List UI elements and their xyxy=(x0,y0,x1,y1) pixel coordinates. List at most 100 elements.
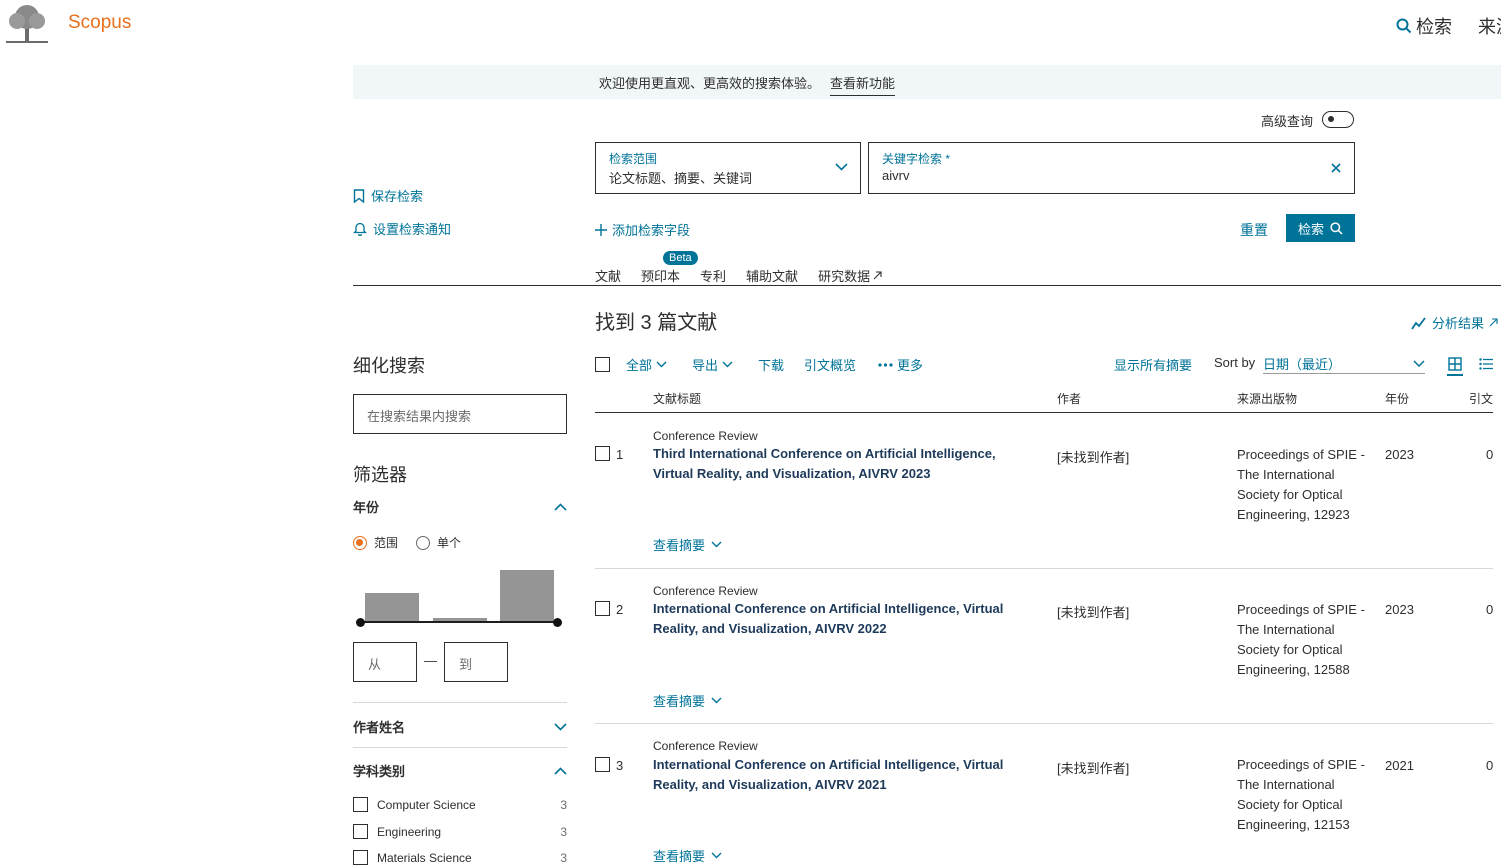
document-title-link[interactable]: Third International Conference on Artifi… xyxy=(653,444,1023,484)
col-header-source[interactable]: 来源出版物 xyxy=(1237,390,1297,407)
bookmark-icon xyxy=(353,188,365,203)
tab-research-data[interactable]: 研究数据 xyxy=(818,266,882,285)
col-header-year[interactable]: 年份 xyxy=(1385,390,1409,407)
welcome-banner xyxy=(353,65,1501,99)
year-range-separator: — xyxy=(424,653,437,668)
download-button[interactable]: 下载 xyxy=(758,355,784,374)
year-mode-single[interactable]: 单个 xyxy=(416,534,461,551)
subject-checkbox[interactable] xyxy=(353,850,368,865)
document-title-link[interactable]: International Conference on Artificial I… xyxy=(653,755,1023,795)
search-scope-value: 论文标题、摘要、关键词 xyxy=(609,171,753,186)
subject-filter-item[interactable]: Computer Science 3 xyxy=(353,797,567,812)
radio-range[interactable] xyxy=(353,535,367,550)
col-header-cited[interactable]: 引文 xyxy=(1469,390,1495,407)
analyze-results-link[interactable]: 分析结果 xyxy=(1411,313,1498,332)
tab-secondary-documents[interactable]: 辅助文献 xyxy=(746,266,798,285)
tab-patents[interactable]: 专利 xyxy=(700,266,726,285)
elsevier-logo-icon[interactable] xyxy=(4,3,50,45)
document-cited-count[interactable]: 0 xyxy=(1486,447,1493,462)
document-source-link[interactable]: Proceedings of SPIE - The International … xyxy=(1237,755,1377,835)
sort-select[interactable]: 日期（最近） xyxy=(1263,353,1425,374)
keyword-search-field[interactable]: 关键字检索 * aivrv xyxy=(868,142,1355,194)
view-abstract-button[interactable]: 查看摘要 xyxy=(653,535,722,554)
document-cited-count[interactable]: 0 xyxy=(1486,602,1493,617)
document-authors: [未找到作者] xyxy=(1057,605,1130,620)
search-scope-label: 检索范围 xyxy=(609,152,658,166)
export-dropdown[interactable]: 导出 xyxy=(692,355,733,374)
beta-badge: Beta xyxy=(663,251,698,265)
chevron-up-icon xyxy=(554,502,567,511)
row-divider xyxy=(595,723,1493,724)
nav-search-label: 检索 xyxy=(1416,17,1452,37)
document-authors: [未找到作者] xyxy=(1057,450,1130,465)
select-all-dropdown[interactable]: 全部 xyxy=(626,355,667,374)
select-all-checkbox[interactable] xyxy=(595,357,610,372)
keyword-label: 关键字检索 * xyxy=(882,152,951,166)
grid-view-icon[interactable] xyxy=(1447,357,1463,376)
chevron-down-icon xyxy=(722,361,733,368)
search-button[interactable]: 检索 xyxy=(1286,214,1355,242)
search-icon xyxy=(1330,221,1343,235)
col-header-title[interactable]: 文献标题 xyxy=(653,390,701,407)
advanced-query-label: 高级查询 xyxy=(1261,114,1314,129)
set-alert-link[interactable]: 设置检索通知 xyxy=(353,219,451,238)
keyword-input[interactable]: aivrv xyxy=(882,168,909,183)
reset-button[interactable]: 重置 xyxy=(1240,220,1268,240)
document-type: Conference Review xyxy=(653,739,758,753)
sort-by-label: Sort by xyxy=(1214,355,1256,370)
subject-checkbox[interactable] xyxy=(353,824,368,839)
document-authors: [未找到作者] xyxy=(1057,761,1130,776)
document-year: 2023 xyxy=(1385,447,1414,462)
more-button[interactable]: 更多 xyxy=(878,355,923,374)
facet-subject-header[interactable]: 学科类别 xyxy=(353,761,567,780)
list-view-icon[interactable] xyxy=(1479,358,1493,370)
banner-whats-new-link[interactable]: 查看新功能 xyxy=(830,73,896,96)
document-cited-count[interactable]: 0 xyxy=(1486,758,1493,773)
row-checkbox[interactable] xyxy=(595,757,610,772)
chevron-up-icon xyxy=(554,766,567,775)
col-header-authors[interactable]: 作者 xyxy=(1057,390,1081,407)
document-year: 2023 xyxy=(1385,602,1414,617)
document-type: Conference Review xyxy=(653,429,758,443)
year-from-input[interactable]: 从 xyxy=(353,642,417,682)
tab-preprints[interactable]: 预印本 xyxy=(641,266,680,285)
facet-divider xyxy=(353,747,567,748)
citation-overview-button[interactable]: 引文概览 xyxy=(804,355,856,374)
document-source-link[interactable]: Proceedings of SPIE - The International … xyxy=(1237,445,1377,525)
subject-filter-item[interactable]: Engineering 3 xyxy=(353,824,567,839)
save-search-link[interactable]: 保存检索 xyxy=(353,186,423,205)
nav-search[interactable]: 检索 xyxy=(1396,13,1452,39)
row-checkbox[interactable] xyxy=(595,601,610,616)
view-abstract-button[interactable]: 查看摘要 xyxy=(653,846,722,865)
row-checkbox[interactable] xyxy=(595,446,610,461)
view-abstract-button[interactable]: 查看摘要 xyxy=(653,691,722,710)
subject-checkbox[interactable] xyxy=(353,797,368,812)
external-link-icon xyxy=(873,271,882,280)
document-source-link[interactable]: Proceedings of SPIE - The International … xyxy=(1237,600,1377,680)
trend-chart-icon xyxy=(1411,316,1427,330)
add-search-field-button[interactable]: 添加检索字段 xyxy=(595,220,690,239)
bell-icon xyxy=(353,221,367,236)
nav-sources[interactable]: 来源 xyxy=(1478,13,1501,39)
year-slider-track[interactable] xyxy=(361,621,558,623)
plus-icon xyxy=(595,223,607,236)
advanced-query-toggle[interactable] xyxy=(1322,111,1354,128)
year-slider-handle-min[interactable] xyxy=(356,618,365,627)
year-slider-handle-max[interactable] xyxy=(553,618,562,627)
results-count: 找到 3 篇文献 xyxy=(595,312,718,334)
clear-icon[interactable] xyxy=(1331,163,1341,173)
scopus-brand[interactable]: Scopus xyxy=(68,12,131,34)
chevron-down-icon xyxy=(711,852,722,859)
year-histogram-bar xyxy=(365,593,419,622)
facet-author-header[interactable]: 作者姓名 xyxy=(353,717,567,736)
radio-single[interactable] xyxy=(416,535,430,550)
search-within-input[interactable]: 在搜索结果内搜索 xyxy=(353,394,567,434)
show-all-abstracts-button[interactable]: 显示所有摘要 xyxy=(1114,355,1192,374)
search-scope-select[interactable]: 检索范围 论文标题、摘要、关键词 xyxy=(595,142,861,194)
document-title-link[interactable]: International Conference on Artificial I… xyxy=(653,599,1023,639)
subject-filter-item[interactable]: Materials Science 3 xyxy=(353,850,567,865)
year-mode-range[interactable]: 范围 xyxy=(353,534,398,551)
facet-year-header[interactable]: 年份 xyxy=(353,497,567,516)
tab-documents[interactable]: 文献 xyxy=(595,266,621,285)
year-to-input[interactable]: 到 xyxy=(444,642,508,682)
